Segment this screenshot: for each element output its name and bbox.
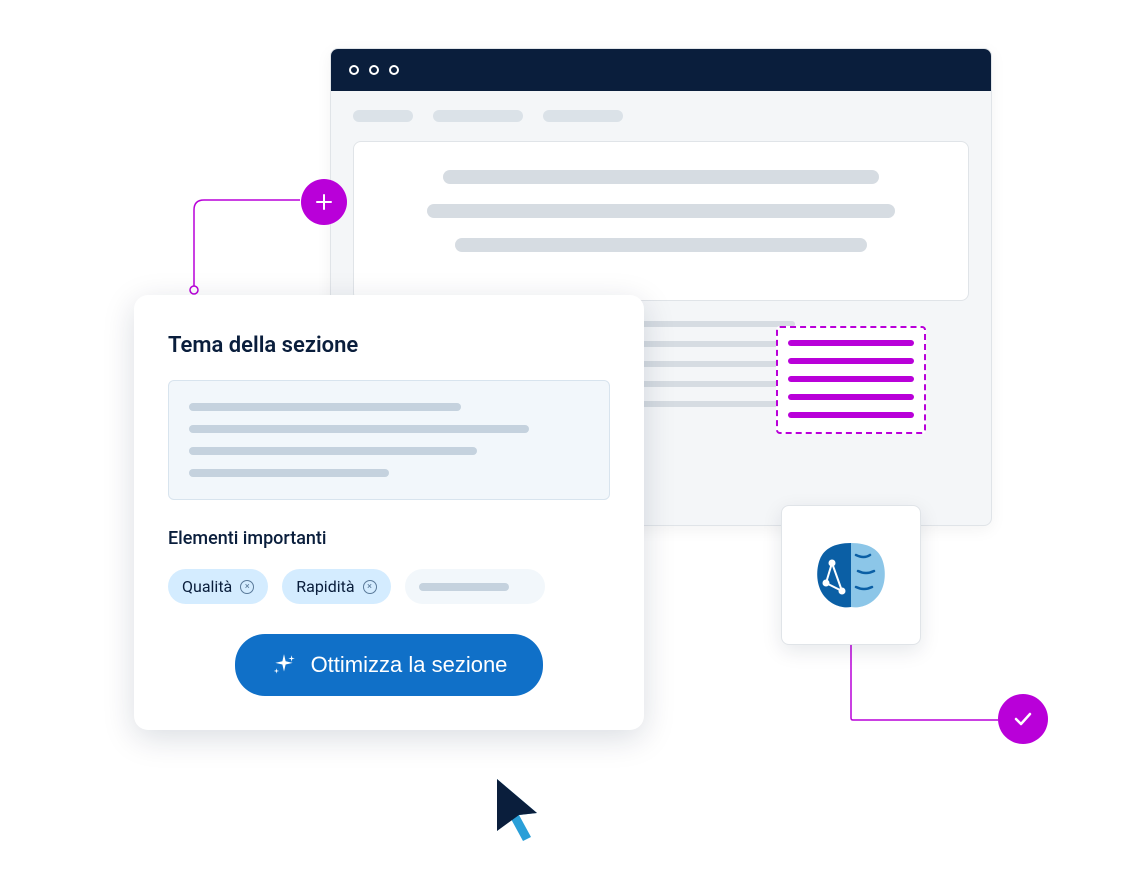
button-label: Ottimizza la sezione — [311, 652, 508, 678]
highlight-line — [788, 394, 914, 400]
chip-add-placeholder[interactable] — [405, 569, 545, 604]
optimize-section-button[interactable]: Ottimizza la sezione — [235, 634, 544, 696]
chip-quality[interactable]: Qualità × — [168, 569, 268, 604]
textarea-placeholder-line — [189, 447, 477, 455]
highlight-line — [788, 358, 914, 364]
highlight-line — [788, 376, 914, 382]
selected-section-highlight[interactable] — [776, 326, 926, 434]
cursor-icon — [489, 775, 549, 845]
plus-icon — [314, 192, 334, 212]
content-placeholder-line — [427, 204, 896, 218]
tab-placeholder — [543, 110, 623, 122]
tab-placeholder — [353, 110, 413, 122]
check-icon — [1011, 707, 1035, 731]
ai-brain-card — [781, 505, 921, 645]
textarea-placeholder-line — [189, 403, 461, 411]
section-topic-input[interactable] — [168, 380, 610, 500]
highlight-line — [788, 412, 914, 418]
content-placeholder-line — [443, 170, 878, 184]
textarea-placeholder-line — [189, 425, 529, 433]
chip-remove-icon[interactable]: × — [363, 580, 377, 594]
optimize-popup: Tema della sezione Elementi importanti Q… — [134, 295, 644, 730]
complete-badge — [998, 694, 1048, 744]
chip-speed[interactable]: Rapidità × — [282, 569, 390, 604]
window-control-dot — [389, 65, 399, 75]
browser-titlebar — [331, 49, 991, 91]
brain-icon — [806, 535, 896, 615]
sparkle-icon — [271, 652, 297, 678]
content-placeholder-line — [455, 238, 868, 252]
window-control-dot — [369, 65, 379, 75]
textarea-placeholder-line — [189, 469, 389, 477]
chip-label: Qualità — [182, 577, 232, 596]
highlight-line — [788, 340, 914, 346]
browser-content-card — [353, 141, 969, 301]
tab-placeholder — [433, 110, 523, 122]
popup-title: Tema della sezione — [168, 333, 610, 358]
chip-remove-icon[interactable]: × — [240, 580, 254, 594]
add-badge[interactable] — [301, 179, 347, 225]
chips-row: Qualità × Rapidità × — [168, 569, 610, 604]
browser-tabs — [331, 91, 991, 141]
popup-subtitle: Elementi importanti — [168, 528, 610, 549]
chip-label: Rapidità — [296, 577, 354, 596]
chip-placeholder-line — [419, 583, 509, 591]
window-control-dot — [349, 65, 359, 75]
